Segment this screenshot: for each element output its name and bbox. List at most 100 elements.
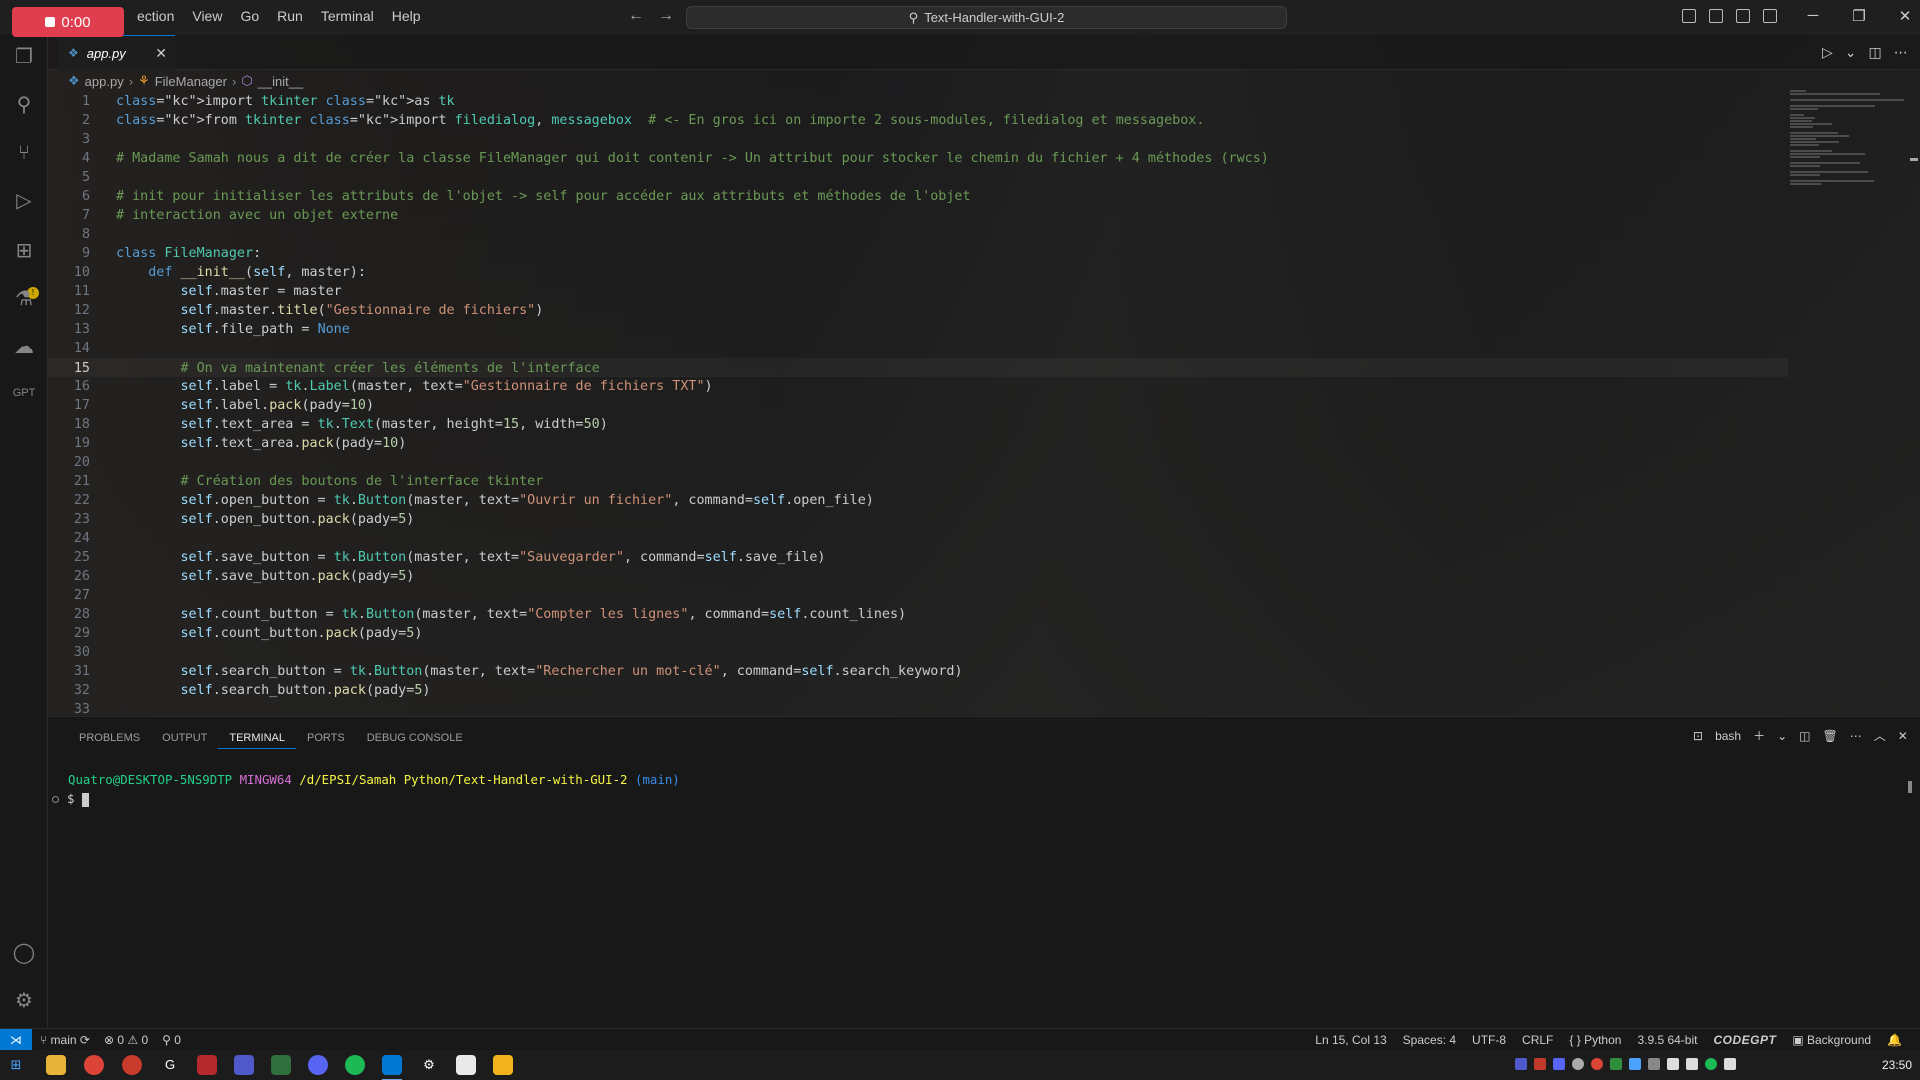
code-line[interactable]: 3 [48, 130, 1788, 149]
back-arrow-icon[interactable]: ← [628, 7, 644, 25]
code-line[interactable]: 2 class="kc">from tkinter class="kc">impo… [48, 111, 1788, 130]
docker-icon[interactable]: ☁ [12, 335, 36, 359]
taskbar-clock[interactable]: 23:50 [1882, 1058, 1912, 1072]
customize-layout-icon[interactable] [1763, 9, 1777, 23]
code-line[interactable]: 7 # interaction avec un objet externe [48, 206, 1788, 225]
settings-gear-icon[interactable]: ⚙ [419, 1055, 439, 1075]
tab-debug-console[interactable]: DEBUG CONSOLE [356, 727, 474, 749]
remote-indicator-icon[interactable]: ⋊ [0, 1029, 32, 1051]
branch-indicator[interactable]: ⑂ main ⟳ [40, 1033, 90, 1047]
run-debug-icon[interactable]: ▷ [12, 189, 36, 213]
store-icon[interactable] [456, 1055, 476, 1075]
extensions-icon[interactable]: ⊞ [12, 239, 36, 263]
code-line[interactable]: 30 [48, 643, 1788, 662]
source-control-icon[interactable]: ⑂ [12, 141, 36, 165]
code-line[interactable]: 12 self.master.title("Gestionnaire de fi… [48, 301, 1788, 320]
code-line[interactable]: 24 [48, 529, 1788, 548]
code-line[interactable]: 32 self.search_button.pack(pady=5) [48, 681, 1788, 700]
chrome-icon[interactable] [1591, 1058, 1603, 1070]
file-explorer-icon[interactable] [46, 1055, 66, 1075]
ports-indicator[interactable]: ⚲ 0 [162, 1033, 181, 1047]
menu-go[interactable]: Go [231, 8, 268, 24]
breadcrumb-class[interactable]: FileManager [155, 74, 227, 89]
volume-icon[interactable] [1667, 1058, 1679, 1070]
recording-button[interactable]: 0:00 [12, 7, 124, 37]
encoding[interactable]: UTF-8 [1472, 1033, 1506, 1047]
vscode-icon[interactable] [382, 1055, 402, 1080]
code-line[interactable]: 5 [48, 168, 1788, 187]
github-icon[interactable]: G [160, 1055, 180, 1075]
teams-icon[interactable] [234, 1055, 254, 1075]
close-icon[interactable]: ✕ [1882, 7, 1920, 25]
code-line[interactable]: 15 # On va maintenant créer les éléments… [48, 358, 1788, 377]
spotify-icon[interactable] [345, 1055, 365, 1075]
tab-app-py[interactable]: ❖ app.py ✕ [58, 35, 175, 70]
account-icon[interactable]: ◯ [12, 941, 36, 965]
more-actions-icon[interactable]: ⋯ [1850, 729, 1862, 743]
more-actions-icon[interactable]: ⋯ [1894, 44, 1908, 61]
code-line[interactable]: 11 self.master = master [48, 282, 1788, 301]
toggle-primary-sidebar-icon[interactable] [1682, 9, 1696, 23]
app-icon[interactable] [1534, 1058, 1546, 1070]
restore-icon[interactable]: ❐ [1836, 7, 1882, 25]
settings-gear-icon[interactable]: ⚙ [12, 989, 36, 1013]
code-line[interactable]: 4 # Madame Samah nous a dit de créer la c… [48, 149, 1788, 168]
code-line[interactable]: 17 self.label.pack(pady=10) [48, 396, 1788, 415]
code-line[interactable]: 21 # Création des boutons de l'interface… [48, 472, 1788, 491]
code-line[interactable]: 16 self.label = tk.Label(master, text="G… [48, 377, 1788, 396]
notifications-bell-icon[interactable]: 🔔 [1887, 1033, 1902, 1047]
code-line[interactable]: 9 class FileManager: [48, 244, 1788, 263]
code-line[interactable]: 10 def __init__(self, master): [48, 263, 1788, 282]
code-editor[interactable]: 1 class="kc">import tkinter class="kc">as… [48, 92, 1788, 715]
code-line[interactable]: 13 self.file_path = None [48, 320, 1788, 339]
app-icon[interactable] [122, 1055, 142, 1075]
code-line[interactable]: 33 [48, 700, 1788, 715]
tab-output[interactable]: OUTPUT [151, 727, 218, 749]
discord-icon[interactable] [1553, 1058, 1565, 1070]
menu-view[interactable]: View [183, 8, 231, 24]
code-line[interactable]: 14 [48, 339, 1788, 358]
end-of-line[interactable]: CRLF [1522, 1033, 1553, 1047]
python-interpreter[interactable]: 3.9.5 64-bit [1637, 1033, 1697, 1047]
microphone-icon[interactable] [1724, 1058, 1736, 1070]
breadcrumb-file[interactable]: app.py [85, 74, 124, 89]
codegpt-icon[interactable]: GPT [12, 381, 36, 405]
code-line[interactable]: 20 [48, 453, 1788, 472]
chevron-down-icon[interactable]: ⌄ [1777, 729, 1787, 743]
toggle-secondary-sidebar-icon[interactable] [1736, 9, 1750, 23]
code-line[interactable]: 19 self.text_area.pack(pady=10) [48, 434, 1788, 453]
menu-selection[interactable]: ection [128, 8, 183, 24]
tab-terminal[interactable]: TERMINAL [218, 727, 296, 749]
tab-ports[interactable]: PORTS [296, 727, 356, 749]
explorer-icon[interactable]: ❐ [12, 45, 36, 69]
app-icon[interactable] [197, 1055, 217, 1075]
minimize-icon[interactable]: ─ [1790, 7, 1836, 25]
chrome-icon[interactable] [84, 1055, 104, 1075]
indentation[interactable]: Spaces: 4 [1403, 1033, 1456, 1047]
code-line[interactable]: 18 self.text_area = tk.Text(master, heig… [48, 415, 1788, 434]
app-icon[interactable] [1648, 1058, 1660, 1070]
app-icon[interactable] [1572, 1058, 1584, 1070]
testing-icon[interactable]: ⚗ [12, 287, 36, 311]
new-terminal-icon[interactable]: ＋ [1753, 727, 1765, 744]
windows-start-icon[interactable]: ⊞ [6, 1055, 26, 1075]
onedrive-icon[interactable] [1629, 1058, 1641, 1070]
background-extension[interactable]: ▣ Background [1792, 1033, 1871, 1047]
cursor-position[interactable]: Ln 15, Col 13 [1315, 1033, 1386, 1047]
command-center[interactable]: ⚲ Text-Handler-with-GUI-2 [686, 6, 1287, 29]
app-icon[interactable] [1610, 1058, 1622, 1070]
language-mode[interactable]: { } Python [1569, 1033, 1621, 1047]
terminal-scrollbar[interactable] [1908, 781, 1912, 793]
split-editor-icon[interactable]: ◫ [1869, 44, 1882, 61]
network-icon[interactable] [1686, 1058, 1698, 1070]
problems-indicator[interactable]: ⊗ 0 ⚠ 0 [104, 1033, 148, 1047]
toggle-panel-icon[interactable] [1709, 9, 1723, 23]
code-line[interactable]: 6 # init pour initialiser les attributs d… [48, 187, 1788, 206]
teams-icon[interactable] [1515, 1058, 1527, 1070]
menu-help[interactable]: Help [383, 8, 430, 24]
terminal-input-line[interactable]: $ [52, 791, 89, 807]
code-line[interactable]: 8 [48, 225, 1788, 244]
menu-run[interactable]: Run [268, 8, 312, 24]
code-line[interactable]: 31 self.search_button = tk.Button(master… [48, 662, 1788, 681]
minimap[interactable] [1790, 90, 1905, 290]
